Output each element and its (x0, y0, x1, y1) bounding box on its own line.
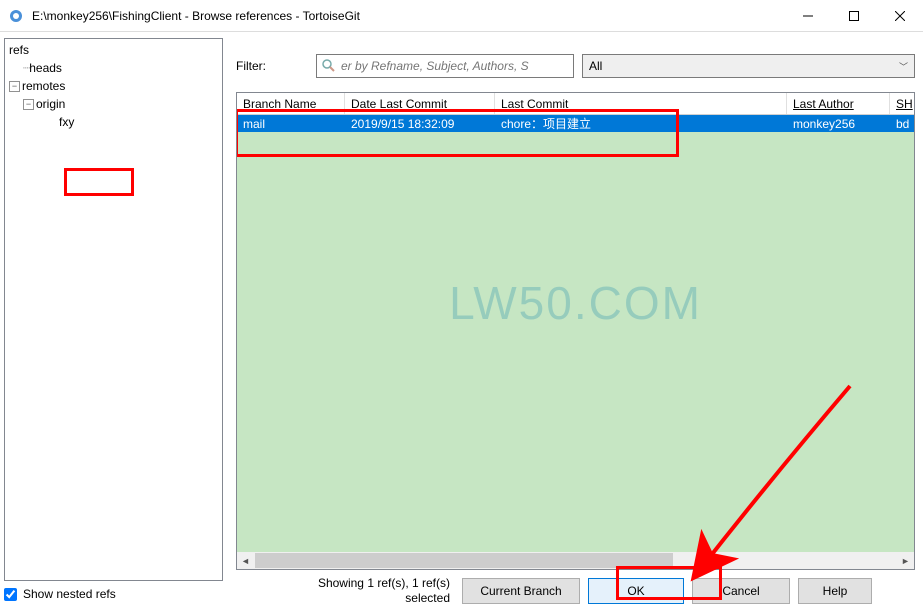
collapse-icon[interactable]: − (23, 99, 34, 110)
close-button[interactable] (877, 1, 923, 31)
col-last-commit[interactable]: Last Commit (495, 93, 787, 114)
search-icon (321, 58, 337, 74)
tree-item-refs[interactable]: refs (5, 41, 222, 59)
tree-item-fxy[interactable]: fxy (5, 113, 222, 131)
table-header: Branch Name Date Last Commit Last Commit… (237, 93, 914, 115)
maximize-button[interactable] (831, 1, 877, 31)
filter-input[interactable] (341, 59, 569, 73)
refs-tree[interactable]: refs ┈heads −remotes −origin fxy (4, 38, 223, 581)
refs-table: Branch Name Date Last Commit Last Commit… (236, 92, 915, 570)
cell-branch-name: mail (237, 117, 345, 131)
table-row[interactable]: mail 2019/9/15 18:32:09 chore：项目建立 monke… (237, 115, 914, 132)
scroll-thumb[interactable] (255, 553, 673, 568)
cell-last-commit: chore：项目建立 (495, 115, 787, 132)
show-nested-input[interactable] (4, 588, 17, 601)
filter-dropdown[interactable]: All ﹀ (582, 54, 915, 78)
minimize-button[interactable] (785, 1, 831, 31)
scroll-right-button[interactable]: ► (897, 552, 914, 569)
col-date-last-commit[interactable]: Date Last Commit (345, 93, 495, 114)
col-branch-name[interactable]: Branch Name (237, 93, 345, 114)
chevron-down-icon: ﹀ (899, 60, 908, 73)
tree-item-remotes[interactable]: −remotes (5, 77, 222, 95)
cancel-button[interactable]: Cancel (692, 578, 790, 604)
filter-label: Filter: (236, 59, 266, 73)
col-last-author[interactable]: Last Author (787, 93, 890, 114)
horizontal-scrollbar[interactable]: ◄ ► (237, 552, 914, 569)
tree-item-origin[interactable]: −origin (5, 95, 222, 113)
help-button[interactable]: Help (798, 578, 872, 604)
col-sha[interactable]: SH (890, 93, 914, 114)
collapse-icon[interactable]: − (9, 81, 20, 92)
cell-date: 2019/9/15 18:32:09 (345, 117, 495, 131)
app-icon (8, 8, 24, 24)
scroll-left-button[interactable]: ◄ (237, 552, 254, 569)
filter-input-box[interactable] (316, 54, 574, 78)
ok-button[interactable]: OK (588, 578, 684, 604)
tree-item-heads[interactable]: ┈heads (5, 59, 222, 77)
watermark: LW50.COM (449, 276, 702, 330)
status-text: Showing 1 ref(s), 1 ref(s) selected (236, 576, 454, 605)
cell-last-author: monkey256 (787, 117, 890, 131)
current-branch-button[interactable]: Current Branch (462, 578, 580, 604)
show-nested-checkbox[interactable]: Show nested refs (4, 587, 223, 601)
cell-sha: bd (890, 117, 914, 131)
window-title: E:\monkey256\FishingClient - Browse refe… (32, 9, 785, 23)
titlebar: E:\monkey256\FishingClient - Browse refe… (0, 0, 923, 32)
